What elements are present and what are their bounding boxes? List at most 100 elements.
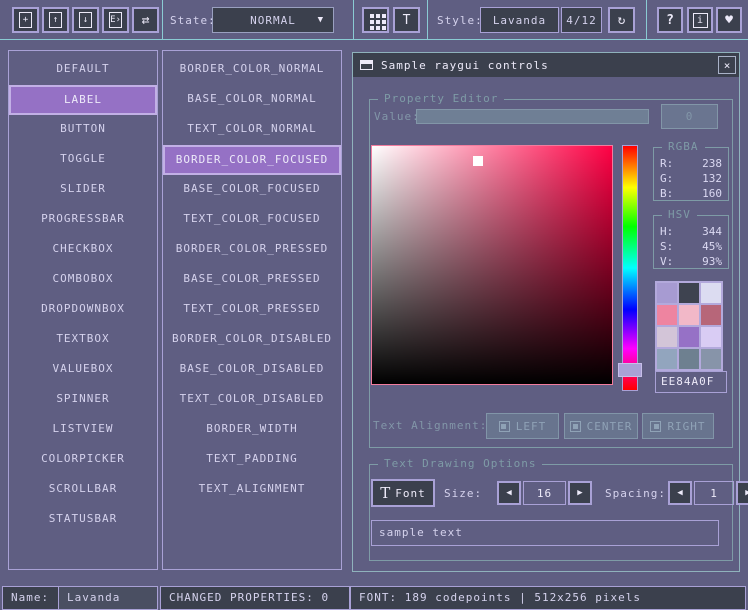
new-file-button[interactable]: +	[12, 7, 39, 33]
reload-style-button[interactable]: ↻	[608, 7, 635, 33]
close-icon[interactable]: ×	[718, 56, 736, 74]
state-dropdown[interactable]: NORMAL ▼	[212, 7, 334, 33]
property-item-text_padding[interactable]: TEXT_PADDING	[163, 445, 341, 475]
text-mode-button[interactable]: T	[393, 7, 420, 33]
help-button[interactable]: ?	[657, 7, 683, 33]
hex-color-input[interactable]: EE84A0F	[655, 371, 727, 393]
new-file-icon: +	[19, 12, 32, 28]
spacing-label: Spacing:	[605, 487, 666, 500]
help-icon: ?	[666, 13, 674, 28]
property-item-border_color_pressed[interactable]: BORDER_COLOR_PRESSED	[163, 235, 341, 265]
color-swatch[interactable]	[657, 283, 677, 303]
chevron-down-icon: ▼	[318, 15, 323, 25]
control-item-combobox[interactable]: COMBOBOX	[9, 265, 157, 295]
color-swatch[interactable]	[657, 349, 677, 369]
random-style-button[interactable]: ⇄	[132, 7, 159, 33]
value-label: Value:	[374, 110, 420, 123]
style-label: Style:	[437, 14, 483, 27]
color-swatch[interactable]	[679, 349, 699, 369]
style-counter-box[interactable]: 4/12	[561, 7, 602, 33]
control-item-checkbox[interactable]: CHECKBOX	[9, 235, 157, 265]
spinner-right-icon: ▶	[577, 488, 582, 498]
sample-text-input[interactable]: sample text	[371, 520, 719, 546]
changed-properties-segment: CHANGED PROPERTIES: 0	[160, 586, 350, 610]
color-swatch[interactable]	[657, 327, 677, 347]
control-item-scrollbar[interactable]: SCROLLBAR	[9, 475, 157, 505]
save-file-icon: ↓	[79, 12, 92, 28]
control-item-spinner[interactable]: SPINNER	[9, 385, 157, 415]
align-right-button[interactable]: RIGHT	[642, 413, 714, 439]
property-item-base_color_normal[interactable]: BASE_COLOR_NORMAL	[163, 85, 341, 115]
style-name-box[interactable]: Lavanda	[480, 7, 559, 33]
color-swatch[interactable]	[679, 283, 699, 303]
property-item-base_color_focused[interactable]: BASE_COLOR_FOCUSED	[163, 175, 341, 205]
color-swatch[interactable]	[657, 305, 677, 325]
color-swatch[interactable]	[679, 327, 699, 347]
property-item-border_color_normal[interactable]: BORDER_COLOR_NORMAL	[163, 55, 341, 85]
size-value-box[interactable]: 16	[523, 481, 566, 505]
spacing-decrease-button[interactable]: ◀	[668, 481, 692, 505]
property-item-text_color_focused[interactable]: TEXT_COLOR_FOCUSED	[163, 205, 341, 235]
toolbar-divider	[162, 0, 163, 40]
control-item-colorpicker[interactable]: COLORPICKER	[9, 445, 157, 475]
info-button[interactable]: i	[687, 7, 713, 33]
control-item-statusbar[interactable]: STATUSBAR	[9, 505, 157, 535]
font-button[interactable]: T Font	[371, 479, 435, 507]
state-value: NORMAL	[250, 14, 296, 27]
size-decrease-button[interactable]: ◀	[497, 481, 521, 505]
export-file-icon: E›	[109, 12, 122, 28]
control-item-dropdownbox[interactable]: DROPDOWNBOX	[9, 295, 157, 325]
property-item-base_color_disabled[interactable]: BASE_COLOR_DISABLED	[163, 355, 341, 385]
color-panel-marker[interactable]	[473, 156, 483, 166]
save-file-button[interactable]: ↓	[72, 7, 99, 33]
text-drawing-options-title: Text Drawing Options	[378, 457, 542, 470]
control-item-textbox[interactable]: TEXTBOX	[9, 325, 157, 355]
color-swatch[interactable]	[701, 283, 721, 303]
align-center-button[interactable]: CENTER	[564, 413, 638, 439]
property-item-border_color_disabled[interactable]: BORDER_COLOR_DISABLED	[163, 325, 341, 355]
size-increase-button[interactable]: ▶	[568, 481, 592, 505]
spacing-value-box[interactable]: 1	[694, 481, 734, 505]
color-swatch[interactable]	[679, 305, 699, 325]
value-slider[interactable]	[416, 109, 649, 124]
align-left-button[interactable]: LEFT	[486, 413, 559, 439]
property-item-border_width[interactable]: BORDER_WIDTH	[163, 415, 341, 445]
value-box[interactable]: 0	[661, 104, 718, 129]
spacing-increase-button[interactable]: ▶	[736, 481, 748, 505]
property-item-text_color_normal[interactable]: TEXT_COLOR_NORMAL	[163, 115, 341, 145]
control-item-slider[interactable]: SLIDER	[9, 175, 157, 205]
control-item-default[interactable]: DEFAULT	[9, 55, 157, 85]
align-center-icon	[570, 421, 581, 432]
color-swatch[interactable]	[701, 305, 721, 325]
control-item-progressbar[interactable]: PROGRESSBAR	[9, 205, 157, 235]
grid-mode-button[interactable]	[362, 7, 389, 33]
rgba-row: R:238	[660, 156, 722, 171]
color-saturation-value-panel[interactable]	[371, 145, 613, 385]
hue-slider-handle[interactable]	[618, 363, 642, 377]
hue-slider[interactable]	[622, 145, 638, 391]
property-item-border_color_focused[interactable]: BORDER_COLOR_FOCUSED	[163, 145, 341, 175]
control-item-button[interactable]: BUTTON	[9, 115, 157, 145]
property-item-text_color_pressed[interactable]: TEXT_COLOR_PRESSED	[163, 295, 341, 325]
rguistyler-app: +↑↓E›⇄ State: NORMAL ▼ T Style: Lavanda …	[0, 0, 748, 610]
property-item-base_color_pressed[interactable]: BASE_COLOR_PRESSED	[163, 265, 341, 295]
window-titlebar[interactable]: Sample raygui controls ×	[353, 53, 739, 77]
rgba-group: RGBA R:238 G:132 B:160	[653, 147, 729, 201]
export-file-button[interactable]: E›	[102, 7, 129, 33]
style-name-value: Lavanda	[493, 14, 546, 27]
control-item-valuebox[interactable]: VALUEBOX	[9, 355, 157, 385]
color-swatch[interactable]	[701, 349, 721, 369]
property-editor-title: Property Editor	[378, 92, 504, 105]
properties-list-panel: BORDER_COLOR_NORMALBASE_COLOR_NORMALTEXT…	[162, 50, 342, 570]
status-bar: Name: Lavanda CHANGED PROPERTIES: 0 FONT…	[0, 586, 748, 610]
property-item-text_color_disabled[interactable]: TEXT_COLOR_DISABLED	[163, 385, 341, 415]
color-swatch[interactable]	[701, 327, 721, 347]
control-item-listview[interactable]: LISTVIEW	[9, 415, 157, 445]
value-box-text: 0	[686, 110, 694, 123]
sponsor-button[interactable]: ♥	[716, 7, 742, 33]
open-file-button[interactable]: ↑	[42, 7, 69, 33]
hsv-group: HSV H:344 S:45% V:93%	[653, 215, 729, 269]
control-item-label[interactable]: LABEL	[9, 85, 157, 115]
property-item-text_alignment[interactable]: TEXT_ALIGNMENT	[163, 475, 341, 505]
control-item-toggle[interactable]: TOGGLE	[9, 145, 157, 175]
